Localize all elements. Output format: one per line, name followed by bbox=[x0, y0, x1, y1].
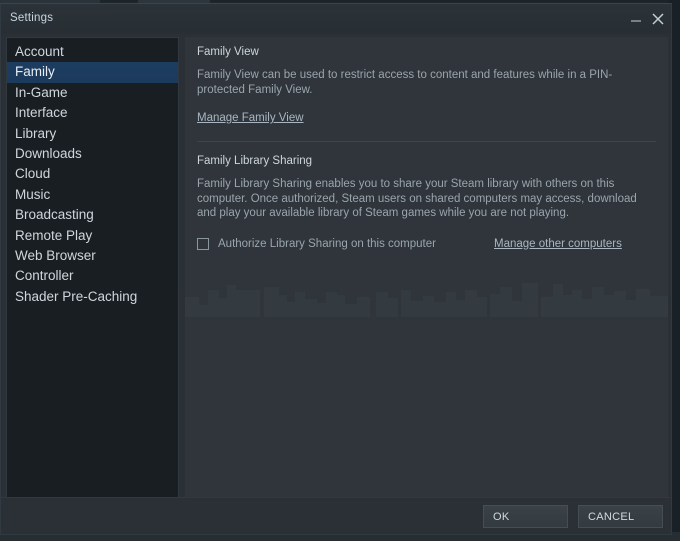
family-library-sharing-section: Family Library Sharing Family Library Sh… bbox=[197, 155, 656, 250]
sidebar-item-account[interactable]: Account bbox=[7, 42, 178, 62]
page-title: Settings bbox=[10, 12, 54, 24]
authorize-sharing-row: Authorize Library Sharing on this comput… bbox=[197, 237, 656, 250]
close-icon[interactable] bbox=[649, 10, 667, 28]
manage-family-view-link[interactable]: Manage Family View bbox=[197, 112, 304, 124]
settings-content-panel: Family View Family View can be used to r… bbox=[185, 37, 668, 500]
family-view-heading: Family View bbox=[197, 46, 259, 58]
sidebar-item-controller[interactable]: Controller bbox=[7, 266, 178, 286]
family-library-sharing-heading: Family Library Sharing bbox=[197, 155, 313, 167]
sidebar-item-in-game[interactable]: In-Game bbox=[7, 83, 178, 103]
cancel-button[interactable]: CANCEL bbox=[578, 505, 663, 528]
settings-sidebar: Account Family In-Game Interface Library Down… bbox=[6, 37, 179, 500]
sidebar-item-shader-pre-caching[interactable]: Shader Pre-Caching bbox=[7, 287, 178, 307]
family-view-description: Family View can be used to restrict acce… bbox=[197, 69, 613, 96]
authorize-library-sharing-checkbox[interactable] bbox=[197, 237, 209, 250]
sidebar-item-web-browser[interactable]: Web Browser bbox=[7, 246, 178, 266]
sidebar-item-family[interactable]: Family bbox=[7, 62, 178, 83]
sidebar-item-remote-play[interactable]: Remote Play bbox=[7, 226, 178, 246]
skyline-decoration-icon bbox=[185, 283, 668, 317]
desktop-background: Settings Account Family In-Game Interface Li… bbox=[0, 0, 680, 541]
sidebar-item-music[interactable]: Music bbox=[7, 185, 178, 205]
section-divider bbox=[197, 141, 656, 142]
title-bar[interactable]: Settings bbox=[1, 4, 671, 34]
settings-window: Settings Account Family In-Game Interface Li… bbox=[0, 3, 672, 535]
minimize-icon[interactable] bbox=[627, 10, 645, 28]
sidebar-item-downloads[interactable]: Downloads bbox=[7, 144, 178, 164]
family-library-sharing-description: Family Library Sharing enables you to sh… bbox=[197, 178, 637, 219]
sidebar-item-cloud[interactable]: Cloud bbox=[7, 164, 178, 184]
ok-button[interactable]: OK bbox=[483, 505, 568, 528]
sidebar-item-broadcasting[interactable]: Broadcasting bbox=[7, 205, 178, 225]
manage-other-computers-link[interactable]: Manage other computers bbox=[494, 238, 622, 250]
authorize-library-sharing-label: Authorize Library Sharing on this comput… bbox=[218, 237, 436, 250]
sidebar-item-interface[interactable]: Interface bbox=[7, 103, 178, 123]
dialog-footer: OK CANCEL bbox=[1, 497, 671, 534]
sidebar-nav-list: Account Family In-Game Interface Library Down… bbox=[7, 38, 178, 307]
sidebar-item-library[interactable]: Library bbox=[7, 124, 178, 144]
family-view-section: Family View Family View can be used to r… bbox=[197, 46, 656, 126]
